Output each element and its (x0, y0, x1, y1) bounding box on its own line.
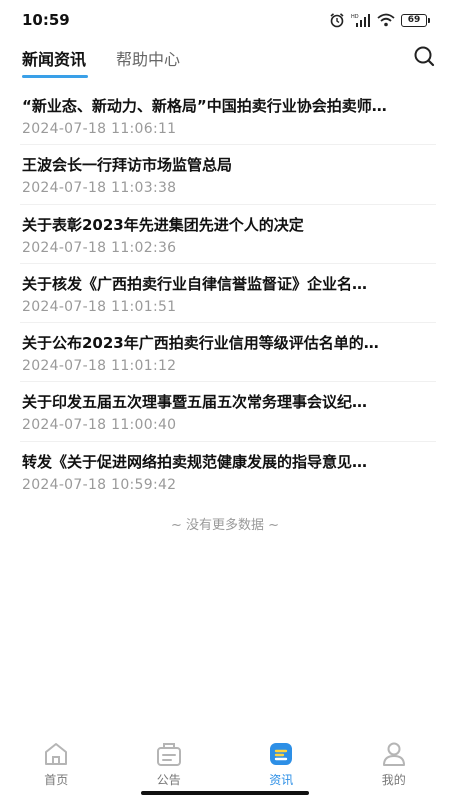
news-icon (270, 743, 293, 765)
news-item[interactable]: “新业态、新动力、新格局”中国拍卖行业协会拍卖师… 2024-07-18 11:… (20, 86, 436, 146)
battery-level: 69 (401, 13, 427, 27)
status-icons: HD 69 (329, 12, 430, 28)
nav-label-news: 资讯 (269, 773, 294, 787)
news-time: 2024-07-18 11:01:51 (22, 298, 177, 315)
nav-item-home[interactable]: 首页 (0, 734, 113, 792)
status-bar: 10:59 HD 69 (0, 0, 450, 40)
news-title: 转发《关于促进网络拍卖规范健康发展的指导意见… (22, 452, 368, 471)
news-time: 2024-07-18 11:06:11 (22, 121, 177, 137)
nav-item-news[interactable]: 资讯 (225, 734, 338, 792)
nav-label-announcement: 公告 (156, 773, 181, 787)
profile-icon (382, 742, 405, 766)
nav-label-home: 首页 (44, 773, 69, 787)
home-indicator (141, 791, 309, 795)
search-icon[interactable] (412, 44, 436, 68)
news-item[interactable]: 转发《关于促进网络拍卖规范健康发展的指导意见… 2024-07-18 10:59… (20, 442, 436, 501)
tab-news[interactable]: 新闻资讯 (22, 46, 86, 70)
no-more-data-text: ~ 没有更多数据 ~ (170, 518, 280, 533)
news-time: 2024-07-18 10:59:42 (22, 476, 177, 493)
news-time: 2024-07-18 11:01:12 (22, 358, 177, 375)
active-tab-indicator (22, 75, 88, 78)
wifi-icon (377, 13, 395, 27)
svg-text:HD: HD (351, 14, 359, 20)
battery-indicator: 69 (401, 13, 430, 27)
bottom-nav: 首页 公告 资讯 我的 (0, 734, 450, 792)
home-icon (45, 743, 68, 765)
signal-icon: HD (351, 14, 370, 27)
status-time: 10:59 (22, 11, 70, 29)
news-title: 关于公布2023年广西拍卖行业信用等级评估名单的… (22, 334, 379, 353)
news-title: 关于印发五届五次理事暨五届五次常务理事会议纪… (22, 393, 368, 412)
news-item[interactable]: 关于表彰2023年先进集团先进个人的决定 2024-07-18 11:02:36 (20, 205, 436, 264)
nav-item-announcement[interactable]: 公告 (113, 734, 226, 792)
news-title: “新业态、新动力、新格局”中国拍卖行业协会拍卖师… (22, 97, 387, 115)
news-title: 关于核发《广西拍卖行业自律信誉监督证》企业名… (22, 274, 368, 293)
nav-item-profile[interactable]: 我的 (338, 734, 450, 792)
news-title: 关于表彰2023年先进集团先进个人的决定 (22, 215, 304, 234)
news-item[interactable]: 关于公布2023年广西拍卖行业信用等级评估名单的… 2024-07-18 11:… (20, 323, 436, 383)
news-time: 2024-07-18 11:03:38 (22, 180, 177, 197)
announcement-icon (156, 743, 181, 766)
news-list: “新业态、新动力、新格局”中国拍卖行业协会拍卖师… 2024-07-18 11:… (0, 86, 450, 501)
nav-label-profile: 我的 (381, 773, 406, 787)
news-item[interactable]: 关于印发五届五次理事暨五届五次常务理事会议纪… 2024-07-18 11:00… (20, 382, 436, 442)
top-tab-bar: 新闻资讯 帮助中心 (0, 40, 450, 80)
tab-help-center[interactable]: 帮助中心 (116, 46, 180, 70)
battery-tip (428, 17, 430, 23)
news-title: 王波会长一行拜访市场监管总局 (22, 156, 233, 175)
news-item[interactable]: 王波会长一行拜访市场监管总局 2024-07-18 11:03:38 (20, 145, 436, 205)
alarm-icon (330, 13, 344, 28)
news-time: 2024-07-18 11:02:36 (22, 239, 177, 256)
news-item[interactable]: 关于核发《广西拍卖行业自律信誉监督证》企业名… 2024-07-18 11:01… (20, 264, 436, 324)
news-time: 2024-07-18 11:00:40 (22, 417, 177, 434)
